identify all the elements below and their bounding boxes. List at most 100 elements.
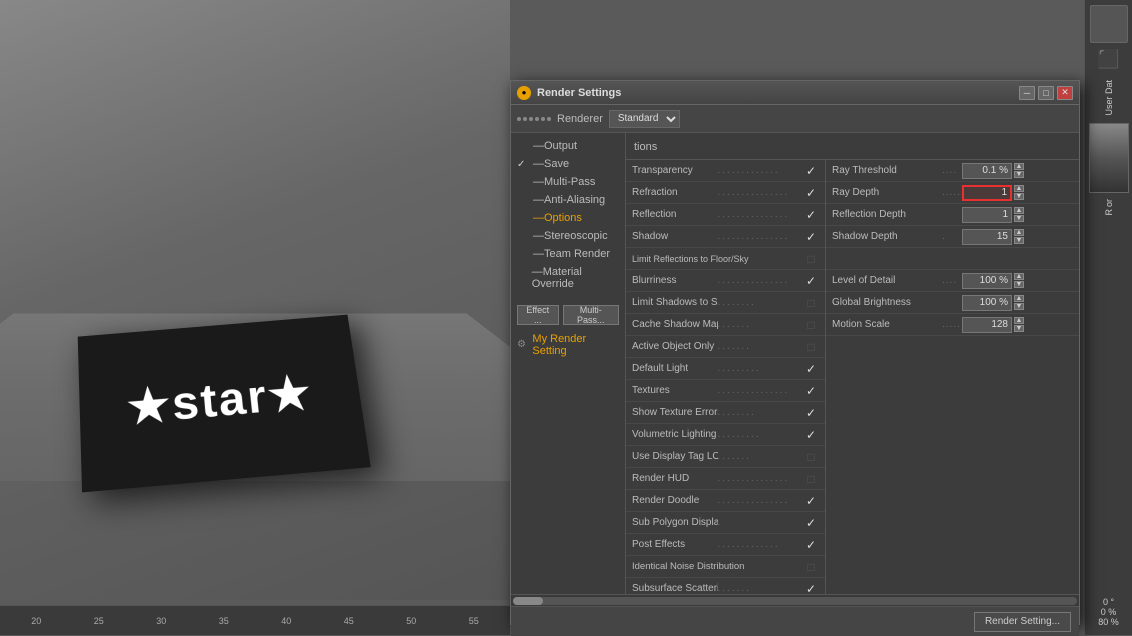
nav-check-save: ✓ — [517, 159, 529, 170]
right-panel-icon-orange: ⬛ — [1097, 49, 1119, 70]
setting-volumetric-lighting[interactable]: Volumetric Lighting ......... ✓ — [626, 424, 825, 446]
level-of-detail-down[interactable]: ▼ — [1014, 281, 1024, 288]
setting-refraction[interactable]: Refraction ............... ✓ — [626, 182, 825, 204]
reflection-depth-down[interactable]: ▼ — [1014, 215, 1024, 222]
nav-item-multipass[interactable]: —Multi-Pass — [511, 173, 625, 191]
motion-scale-input[interactable] — [962, 317, 1012, 333]
ray-depth-up[interactable]: ▲ — [1014, 185, 1024, 192]
shadow-depth-down[interactable]: ▼ — [1014, 237, 1024, 244]
shadow-depth-label: Shadow Depth — [832, 231, 942, 242]
close-button[interactable]: ✕ — [1057, 86, 1073, 100]
right-panel-btn-1[interactable] — [1090, 5, 1128, 43]
check-default-light: ✓ — [803, 361, 819, 377]
ray-threshold-value: ▲ ▼ — [962, 163, 1073, 179]
reflection-depth-up[interactable]: ▲ — [1014, 207, 1024, 214]
ray-threshold-down[interactable]: ▼ — [1014, 171, 1024, 178]
setting-limit-shadows[interactable]: Limit Shadows to Soft ........ □ — [626, 292, 825, 314]
check-active-object: □ — [803, 339, 819, 355]
settings-header: tions — [626, 137, 1079, 160]
check-cache-shadow: □ — [803, 317, 819, 333]
setting-subsurface[interactable]: Subsurface Scattering ....... ✓ — [626, 578, 825, 594]
dialog-scrollbar[interactable] — [511, 594, 1079, 606]
setting-active-object[interactable]: Active Object Only ....... □ — [626, 336, 825, 358]
shadow-depth-input[interactable] — [962, 229, 1012, 245]
level-of-detail-up[interactable]: ▲ — [1014, 273, 1024, 280]
setting-display-tag-lod[interactable]: Use Display Tag LOD ....... □ — [626, 446, 825, 468]
settings-columns: Transparency ............. ✓ Refraction … — [626, 160, 1079, 594]
nav-item-teamrender[interactable]: —Team Render — [511, 245, 625, 263]
effect-button[interactable]: Effect ... — [517, 305, 559, 325]
my-render-setting-label: My Render Setting — [532, 333, 619, 357]
right-setting-ray-depth[interactable]: Ray Depth ....... ▲ ▼ — [826, 182, 1079, 204]
right-bottom-0pct: 0 % — [1098, 607, 1119, 617]
col-left: Transparency ............. ✓ Refraction … — [626, 160, 826, 594]
setting-render-hud[interactable]: Render HUD ............... □ — [626, 468, 825, 490]
ray-threshold-up[interactable]: ▲ — [1014, 163, 1024, 170]
setting-default-light[interactable]: Default Light ......... ✓ — [626, 358, 825, 380]
right-setting-reflection-depth[interactable]: Reflection Depth ▲ ▼ — [826, 204, 1079, 226]
nav-item-save[interactable]: ✓ —Save — [511, 155, 625, 173]
nav-item-options[interactable]: —Options — [511, 209, 625, 227]
setting-blurriness[interactable]: Blurriness ............... ✓ — [626, 270, 825, 292]
setting-reflection[interactable]: Reflection ............... ✓ — [626, 204, 825, 226]
dialog-title-left: ● Render Settings — [517, 86, 621, 100]
setting-cache-shadow[interactable]: Cache Shadow Maps ....... □ — [626, 314, 825, 336]
level-of-detail-stepper: ▲ ▼ — [1014, 273, 1024, 288]
nav-item-output[interactable]: —Output — [511, 137, 625, 155]
ruler-mark-30: 30 — [130, 616, 193, 626]
right-setting-level-of-detail[interactable]: Level of Detail .... ▲ ▼ — [826, 270, 1079, 292]
global-brightness-down[interactable]: ▼ — [1014, 303, 1024, 310]
maximize-button[interactable]: □ — [1038, 86, 1054, 100]
scrollbar-thumb[interactable] — [513, 597, 543, 605]
render-setting-button[interactable]: Render Setting... — [974, 612, 1071, 632]
nav-item-materialoverride[interactable]: —Material Override — [511, 263, 625, 293]
dialog-titlebar: ● Render Settings ─ □ ✕ — [511, 81, 1079, 105]
setting-limit-reflections[interactable]: Limit Reflections to Floor/Sky □ — [626, 248, 825, 270]
setting-sub-polygon[interactable]: Sub Polygon Displacement . ✓ — [626, 512, 825, 534]
right-setting-ray-threshold[interactable]: Ray Threshold .... ▲ ▼ — [826, 160, 1079, 182]
ray-depth-down[interactable]: ▼ — [1014, 193, 1024, 200]
right-bottom-0deg: 0 ° — [1098, 597, 1119, 607]
ray-depth-input[interactable] — [962, 185, 1012, 201]
right-setting-shadow-depth[interactable]: Shadow Depth . ▲ ▼ — [826, 226, 1079, 248]
dialog-title-text: Render Settings — [537, 87, 621, 99]
global-brightness-up[interactable]: ▲ — [1014, 295, 1024, 302]
reflection-depth-input[interactable] — [962, 207, 1012, 223]
right-panel-thumbnail — [1089, 123, 1129, 193]
setting-post-effects[interactable]: Post Effects ............. ✓ — [626, 534, 825, 556]
check-reflection: ✓ — [803, 207, 819, 223]
motion-scale-down[interactable]: ▼ — [1014, 325, 1024, 332]
reflection-depth-value: ▲ ▼ — [962, 207, 1073, 223]
ray-depth-stepper: ▲ ▼ — [1014, 185, 1024, 200]
nav-panel: —Output ✓ —Save —Multi-Pass —Anti-Aliasi… — [511, 133, 626, 594]
viewport: ★star★ — [0, 0, 510, 600]
right-setting-motion-scale[interactable]: Motion Scale ..... ▲ ▼ — [826, 314, 1079, 336]
toolbar-grip — [517, 117, 551, 121]
nav-item-antialiasing[interactable]: —Anti-Aliasing — [511, 191, 625, 209]
setting-textures[interactable]: Textures ............... ✓ — [626, 380, 825, 402]
render-settings-dialog: ● Render Settings ─ □ ✕ Renderer Standar… — [510, 80, 1080, 625]
ruler-mark-25: 25 — [68, 616, 131, 626]
right-setting-global-brightness[interactable]: Global Brightness ▲ ▼ — [826, 292, 1079, 314]
shadow-depth-up[interactable]: ▲ — [1014, 229, 1024, 236]
ruler-mark-50: 50 — [380, 616, 443, 626]
renderer-select[interactable]: Standard — [609, 110, 680, 128]
multi-pass-button[interactable]: Multi-Pass... — [563, 305, 619, 325]
col-right: Ray Threshold .... ▲ ▼ Ray Depth — [826, 160, 1079, 594]
nav-item-stereoscopic[interactable]: —Stereoscopic — [511, 227, 625, 245]
global-brightness-input[interactable] — [962, 295, 1012, 311]
setting-show-texture-errors[interactable]: Show Texture Errors ........ ✓ — [626, 402, 825, 424]
motion-scale-up[interactable]: ▲ — [1014, 317, 1024, 324]
ruler-mark-35: 35 — [193, 616, 256, 626]
setting-render-doodle[interactable]: Render Doodle ............... ✓ — [626, 490, 825, 512]
ray-threshold-input[interactable] — [962, 163, 1012, 179]
setting-shadow[interactable]: Shadow ............... ✓ — [626, 226, 825, 248]
minimize-button[interactable]: ─ — [1019, 86, 1035, 100]
setting-identical-noise[interactable]: Identical Noise Distribution □ — [626, 556, 825, 578]
level-of-detail-value: ▲ ▼ — [962, 273, 1073, 289]
ruler-mark-40: 40 — [255, 616, 318, 626]
ray-threshold-stepper: ▲ ▼ — [1014, 163, 1024, 178]
setting-transparency[interactable]: Transparency ............. ✓ — [626, 160, 825, 182]
level-of-detail-input[interactable] — [962, 273, 1012, 289]
my-render-setting-row[interactable]: ⚙ My Render Setting — [511, 329, 625, 361]
